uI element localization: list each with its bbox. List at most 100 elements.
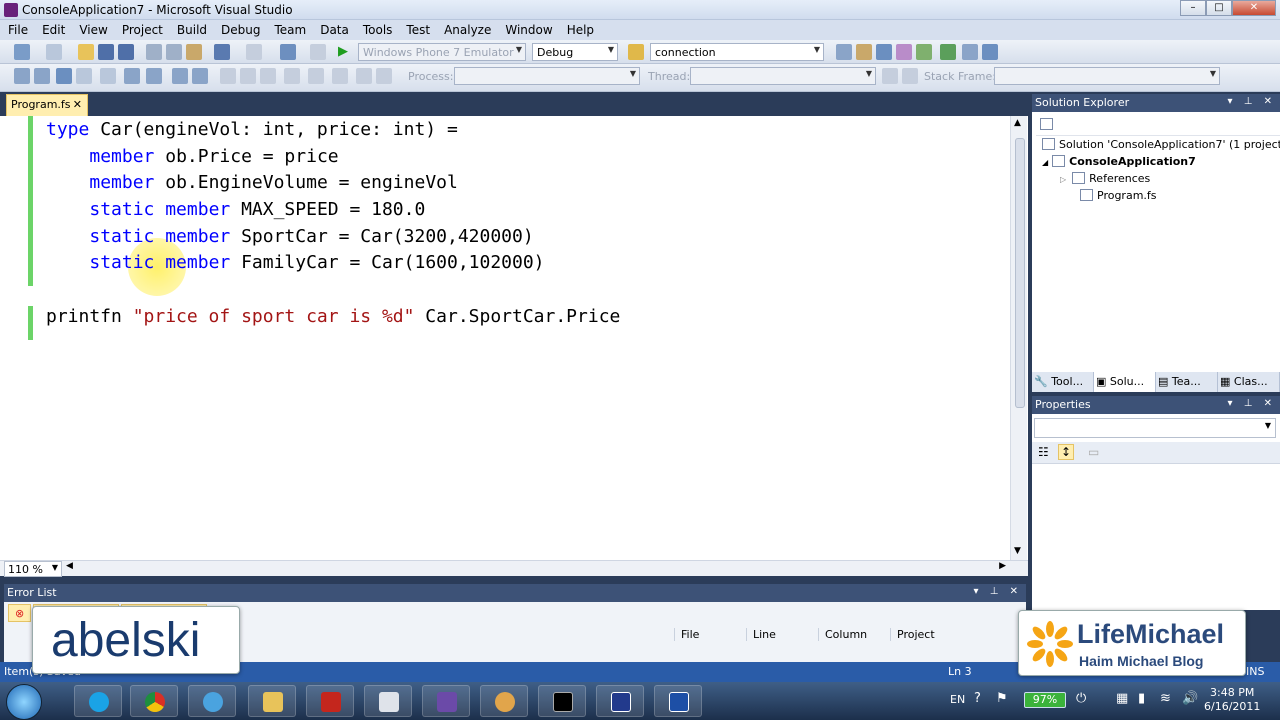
language-indicator[interactable]: EN <box>950 693 965 706</box>
taskbar-acrobat[interactable] <box>306 685 354 717</box>
open-file-icon[interactable] <box>78 44 94 60</box>
menu-tools[interactable]: Tools <box>355 20 399 37</box>
properties-icon[interactable] <box>856 44 872 60</box>
format-icon[interactable] <box>76 68 92 84</box>
flag-thread-icon[interactable] <box>882 68 898 84</box>
cut-icon[interactable] <box>146 44 162 60</box>
close-tab-icon[interactable]: ✕ <box>73 98 82 111</box>
properties-toolbar-icon[interactable] <box>1040 118 1053 130</box>
start-button[interactable] <box>6 684 42 720</box>
bookmark-icon[interactable] <box>56 68 72 84</box>
object-selector[interactable]: ▼ <box>1034 418 1276 438</box>
menu-edit[interactable]: Edit <box>34 20 71 37</box>
find-icon[interactable] <box>376 68 392 84</box>
close-button[interactable]: ✕ <box>1232 0 1276 16</box>
start-debugging-icon[interactable]: ▶ <box>338 44 354 60</box>
tab-class-view[interactable]: ▦ Clas... <box>1218 372 1280 392</box>
navigate-backward-icon[interactable] <box>280 44 296 60</box>
toolbox-icon[interactable] <box>896 44 912 60</box>
tree-program-fs[interactable]: Program.fs <box>1080 189 1157 202</box>
taskbar-chrome[interactable] <box>130 685 178 717</box>
taskbar-app[interactable] <box>654 685 702 717</box>
menu-test[interactable]: Test <box>398 20 436 37</box>
taskbar-cmd[interactable] <box>538 685 586 717</box>
maximize-button[interactable]: □ <box>1206 0 1232 16</box>
menu-help[interactable]: Help <box>559 20 600 37</box>
menu-analyze[interactable]: Analyze <box>436 20 497 37</box>
object-browser-icon[interactable] <box>876 44 892 60</box>
save-all-icon[interactable] <box>118 44 134 60</box>
align-icon[interactable] <box>172 68 188 84</box>
volume-icon[interactable]: 🔊 <box>1182 691 1198 706</box>
pane-controls[interactable]: ▾ ⊥ ✕ <box>974 586 1022 597</box>
new-project-icon[interactable] <box>14 44 30 60</box>
add-item-icon[interactable] <box>46 44 62 60</box>
scroll-up-icon[interactable]: ▲ <box>1014 118 1021 128</box>
property-pages-icon[interactable]: ▭ <box>1088 445 1099 459</box>
menu-debug[interactable]: Debug <box>213 20 266 37</box>
step-into-icon[interactable] <box>308 68 324 84</box>
save-icon[interactable] <box>98 44 114 60</box>
scroll-down-icon[interactable]: ▼ <box>1014 546 1021 556</box>
network-icon[interactable]: ▦ <box>1116 691 1128 706</box>
step-out-icon[interactable] <box>356 68 372 84</box>
stack-frame-combo[interactable]: ▼ <box>994 67 1220 85</box>
indent-icon[interactable] <box>146 68 162 84</box>
pane-controls[interactable]: ▾ ⊥ ✕ <box>1228 96 1276 107</box>
categorized-icon[interactable]: ☷ <box>1038 445 1049 459</box>
process-combo[interactable]: ▼ <box>454 67 640 85</box>
uncomment-icon[interactable] <box>34 68 50 84</box>
undo-icon[interactable] <box>214 44 230 60</box>
menu-data[interactable]: Data <box>312 20 355 37</box>
tree-solution[interactable]: Solution 'ConsoleApplication7' (1 projec… <box>1042 138 1280 151</box>
col-file[interactable]: File <box>674 628 746 641</box>
tree-project[interactable]: ◢ ConsoleApplication7 <box>1042 155 1196 168</box>
clear-bookmarks-icon[interactable] <box>284 68 300 84</box>
menu-file[interactable]: File <box>0 20 34 37</box>
taskbar-media[interactable] <box>596 685 644 717</box>
editor-horizontal-scrollbar[interactable]: ◀ ▶ <box>64 561 1008 575</box>
extension-manager-icon[interactable] <box>940 44 956 60</box>
menu-build[interactable]: Build <box>169 20 213 37</box>
flag-icon[interactable]: ⚑ <box>996 691 1008 706</box>
menu-window[interactable]: Window <box>497 20 558 37</box>
tree-references[interactable]: ▷ References <box>1060 172 1150 185</box>
copy-icon[interactable] <box>166 44 182 60</box>
battery-indicator[interactable]: 97% <box>1024 692 1066 708</box>
scroll-thumb[interactable] <box>1015 138 1025 408</box>
expand-icon[interactable]: ▷ <box>1060 175 1066 184</box>
tab-program-fs[interactable]: Program.fs ✕ <box>6 94 88 116</box>
step-over-icon[interactable] <box>332 68 348 84</box>
help-icon[interactable]: ? <box>974 691 981 706</box>
breakpoint-icon[interactable] <box>220 68 236 84</box>
col-line[interactable]: Line <box>746 628 818 641</box>
start-page-icon[interactable] <box>916 44 932 60</box>
solution-explorer-icon[interactable] <box>836 44 852 60</box>
col-project[interactable]: Project <box>890 628 962 641</box>
paste-icon[interactable] <box>186 44 202 60</box>
pane-controls[interactable]: ▾ ⊥ ✕ <box>1228 398 1276 409</box>
scroll-right-icon[interactable]: ▶ <box>999 561 1006 571</box>
navigate-forward-icon[interactable] <box>310 44 326 60</box>
platform-combo[interactable]: Windows Phone 7 Emulator ▼ <box>358 43 526 61</box>
taskbar-paint[interactable] <box>480 685 528 717</box>
outdent-icon[interactable] <box>124 68 140 84</box>
find-combo[interactable]: connection ▼ <box>650 43 824 61</box>
tab-toolbox[interactable]: 🔧 Tool... <box>1032 372 1094 392</box>
wifi-icon[interactable]: ≋ <box>1160 691 1171 706</box>
clock[interactable]: 3:48 PM 6/16/2011 <box>1204 686 1260 714</box>
wrap-icon[interactable] <box>100 68 116 84</box>
taskbar-visual-studio[interactable] <box>422 685 470 717</box>
signal-icon[interactable]: ▮ <box>1138 691 1145 706</box>
menu-project[interactable]: Project <box>114 20 169 37</box>
collapse-icon[interactable]: ◢ <box>1042 158 1048 167</box>
taskbar-skype[interactable] <box>74 685 122 717</box>
tab-team-explorer[interactable]: ▤ Tea... <box>1156 372 1218 392</box>
scroll-left-icon[interactable]: ◀ <box>66 561 73 571</box>
output-icon[interactable] <box>982 44 998 60</box>
menu-view[interactable]: View <box>71 20 113 37</box>
alphabetical-icon[interactable]: ↕ <box>1058 444 1075 460</box>
minimize-button[interactable]: – <box>1180 0 1206 16</box>
col-column[interactable]: Column <box>818 628 890 641</box>
command-window-icon[interactable] <box>962 44 978 60</box>
